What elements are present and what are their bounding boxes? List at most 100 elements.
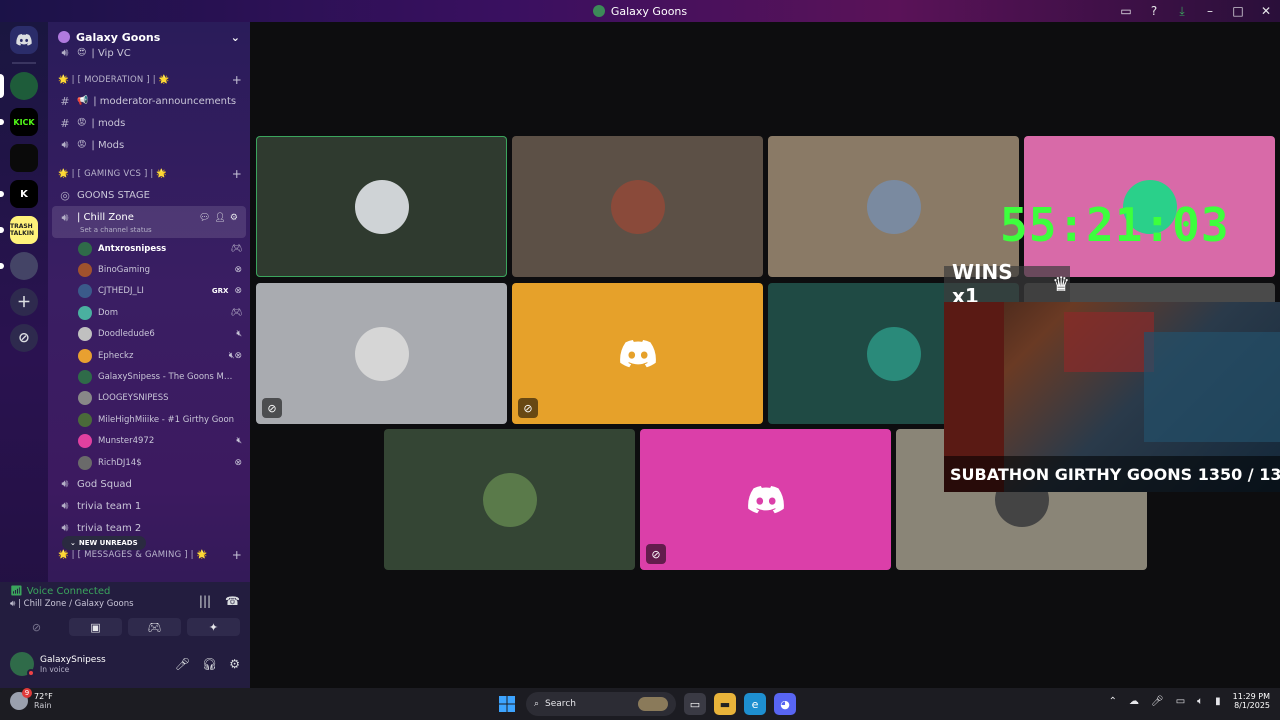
avatar bbox=[866, 179, 921, 234]
chat-icon[interactable]: 💬︎ bbox=[199, 213, 210, 223]
channel-vip-vc[interactable]: 🔊︎ 😍 | Vip VC bbox=[48, 46, 250, 60]
speaker-icon: 🔊︎ bbox=[61, 46, 69, 59]
voice-user-name: RichDJ14$ bbox=[98, 457, 142, 468]
category-moderation[interactable]: 🌟 | [ MODERATION ] | 🌟 + bbox=[48, 70, 250, 90]
speaker-icon: 🔊︎ bbox=[10, 599, 16, 609]
platform-status-icon: 🔇︎⊗ bbox=[228, 350, 242, 361]
soundboard-button[interactable]: ✦ bbox=[187, 618, 240, 636]
active-indicator bbox=[0, 74, 4, 98]
voice-user[interactable]: Epheckz 🔇︎⊗ bbox=[48, 345, 250, 366]
platform-status-icon: 🎮︎ bbox=[230, 243, 242, 254]
video-tile[interactable] bbox=[768, 136, 1019, 277]
avatar bbox=[78, 391, 92, 406]
video-tile[interactable] bbox=[256, 136, 507, 277]
edge-icon[interactable]: e bbox=[744, 693, 766, 715]
voice-user[interactable]: Munster4972 🔇︎ bbox=[48, 431, 250, 452]
video-tile[interactable]: ⊘ bbox=[512, 283, 763, 424]
gear-icon[interactable]: ⚙ bbox=[230, 213, 238, 223]
weather-widget[interactable]: 9 72°F Rain bbox=[10, 688, 53, 710]
invite-icon[interactable]: 👤︎ bbox=[214, 213, 225, 223]
avatar bbox=[78, 263, 92, 278]
channel-mods[interactable]: # 😡 | mods bbox=[48, 112, 250, 134]
disconnect-icon[interactable]: ☎ bbox=[225, 594, 240, 608]
avatar[interactable] bbox=[10, 652, 35, 677]
help-icon[interactable]: ? bbox=[1140, 0, 1168, 22]
task-view-icon[interactable]: ▭ bbox=[684, 693, 706, 715]
server-kick[interactable]: KICK bbox=[0, 108, 38, 136]
windows-start-icon[interactable] bbox=[496, 693, 518, 715]
server-blank[interactable] bbox=[10, 144, 38, 172]
add-channel-icon[interactable]: + bbox=[232, 548, 242, 562]
maximize-icon[interactable]: □ bbox=[1224, 0, 1252, 22]
display-icon[interactable]: ▭ bbox=[1176, 696, 1185, 707]
voice-user-panel: 📶︎ Voice Connected 🔊︎ | Chill Zone / Gala… bbox=[0, 582, 250, 688]
server-folder[interactable] bbox=[0, 252, 38, 280]
chevron-down-icon[interactable]: ⌄ bbox=[231, 31, 240, 44]
voice-user[interactable]: LOOGEYSNIPESS bbox=[48, 388, 250, 409]
voice-user[interactable]: RichDJ14$ ⊗ bbox=[48, 452, 250, 473]
platform-status-icon: ⊗ bbox=[234, 265, 242, 276]
voice-user-name: Antxrosnipess bbox=[98, 243, 167, 254]
voice-user[interactable]: CJTHEDJ_LI GRX ⊗ bbox=[48, 281, 250, 302]
screen-share-button[interactable]: ▣ bbox=[69, 618, 122, 636]
voice-user[interactable]: BinoGaming ⊗ bbox=[48, 259, 250, 280]
minimize-icon[interactable]: – bbox=[1196, 0, 1224, 22]
chevron-up-icon[interactable]: ⌃ bbox=[1109, 696, 1117, 707]
user-info[interactable]: GalaxySnipess In voice bbox=[40, 655, 106, 674]
channel-god-squad[interactable]: 🔊︎ God Squad bbox=[48, 473, 250, 495]
subathon-timer: 55:21:03 bbox=[1000, 198, 1230, 252]
voice-user[interactable]: Dom 🎮︎ bbox=[48, 302, 250, 323]
voice-user[interactable]: Antxrosnipess 🎮︎ bbox=[48, 238, 250, 259]
video-tile[interactable] bbox=[512, 136, 763, 277]
download-icon[interactable]: ⤓ bbox=[1168, 0, 1196, 22]
add-server-icon[interactable]: ＋ bbox=[10, 288, 38, 316]
speaker-icon: 🔊︎ bbox=[61, 477, 69, 491]
channel-mods-voice[interactable]: 🔊︎ 😡 | Mods bbox=[48, 134, 250, 156]
video-tile[interactable]: ⊘ bbox=[640, 429, 891, 570]
gear-icon[interactable]: ⚙ bbox=[229, 657, 240, 671]
category-gaming-vcs[interactable]: 🌟 | [ GAMING VCS ] | 🌟 + bbox=[48, 164, 250, 184]
channel-chill-zone[interactable]: 🔊︎ | Chill Zone 💬︎ 👤︎ ⚙ Set a channel st… bbox=[52, 206, 246, 238]
speaker-icon[interactable]: 🔈︎ bbox=[1197, 696, 1203, 707]
file-explorer-icon[interactable]: ▬ bbox=[714, 693, 736, 715]
close-icon[interactable]: ✕ bbox=[1252, 0, 1280, 22]
platform-status-icon: ⊗ bbox=[234, 286, 242, 297]
discord-home-button[interactable] bbox=[10, 26, 38, 54]
cloud-icon[interactable]: ☁ bbox=[1129, 696, 1139, 707]
activities-button[interactable]: 🎮︎ bbox=[128, 618, 181, 636]
microphone-icon[interactable]: 🎤︎ bbox=[175, 657, 190, 671]
muted-icon: ⊘ bbox=[262, 398, 282, 418]
screen-share-icon[interactable]: ▭ bbox=[1112, 0, 1140, 22]
avatar bbox=[354, 326, 409, 381]
camera-off-button[interactable]: ⊘ bbox=[10, 618, 63, 636]
taskbar-search[interactable]: ⌕ Search bbox=[526, 692, 676, 716]
search-highlight-icon bbox=[638, 697, 668, 711]
server-k[interactable]: K bbox=[0, 180, 38, 208]
voice-user-name: BinoGaming bbox=[98, 265, 151, 276]
server-trash-talkin[interactable]: TRASH TALKIN bbox=[0, 216, 38, 244]
channel-moderator-announcements[interactable]: # 📢 | moderator-announcements bbox=[48, 90, 250, 112]
video-tile[interactable]: ⊘ bbox=[256, 283, 507, 424]
voice-user[interactable]: Doodledude6 🔇︎ bbox=[48, 324, 250, 345]
headphones-icon[interactable]: 🎧︎ bbox=[202, 657, 217, 671]
microphone-icon[interactable]: 🎤︎ bbox=[1151, 696, 1164, 707]
video-tile[interactable] bbox=[384, 429, 635, 570]
new-unreads-pill[interactable]: ⌄ NEW UNREADS bbox=[62, 536, 146, 550]
channel-trivia-team-1[interactable]: 🔊︎ trivia team 1 bbox=[48, 495, 250, 517]
explore-icon[interactable]: ⊘ bbox=[10, 324, 38, 352]
wins-badge: WINS x1 ♛ bbox=[944, 260, 1070, 308]
voice-user[interactable]: GalaxySnipess - The Goons Mas... bbox=[48, 366, 250, 387]
noise-suppression-icon[interactable]: ||| bbox=[199, 594, 211, 608]
add-channel-icon[interactable]: + bbox=[232, 73, 242, 87]
discord-taskbar-icon[interactable]: ◕ bbox=[774, 693, 796, 715]
hashtag-icon: # bbox=[60, 116, 70, 130]
voice-user[interactable]: MileHighMiiike - #1 Girthy Goon bbox=[48, 409, 250, 430]
server-galaxy-goons[interactable] bbox=[0, 72, 38, 100]
platform-status-icon: 🔇︎ bbox=[236, 329, 242, 340]
add-channel-icon[interactable]: + bbox=[232, 167, 242, 181]
status-dot bbox=[27, 669, 35, 677]
channel-status[interactable]: Set a channel status bbox=[58, 226, 152, 234]
battery-icon[interactable]: ▮ bbox=[1215, 696, 1221, 707]
clock[interactable]: 11:29 PM 8/1/2025 bbox=[1233, 692, 1270, 710]
channel-goons-stage[interactable]: ◎ GOONS STAGE bbox=[48, 184, 250, 206]
